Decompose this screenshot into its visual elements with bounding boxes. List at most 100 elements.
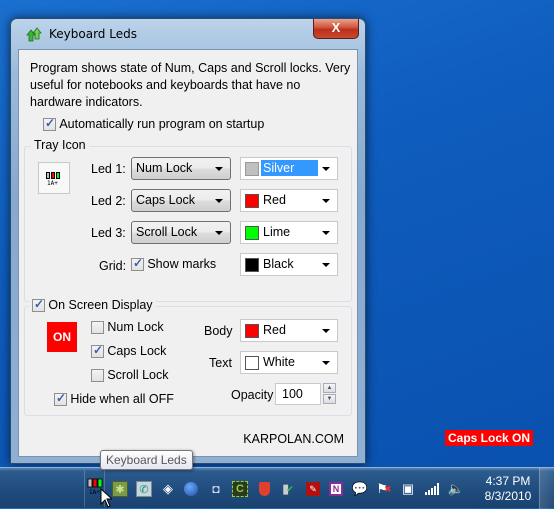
led1-color-swatch (245, 162, 259, 176)
globe-icon[interactable] (183, 481, 199, 497)
text-color-select[interactable]: White (240, 351, 338, 374)
onenote-icon[interactable]: N (328, 481, 344, 497)
led1-lock-select[interactable]: Num Lock (131, 157, 231, 180)
opacity-up-button[interactable]: ▲ (323, 383, 336, 393)
svg-text:1A+: 1A+ (89, 489, 100, 496)
clock[interactable]: 4:37 PM 8/3/2010 (480, 474, 536, 504)
show-marks-option[interactable]: Show marks (131, 256, 217, 272)
chevron-down-icon (322, 361, 330, 365)
led2-lock-value: Caps Lock (136, 193, 196, 207)
chevron-down-icon (215, 167, 223, 171)
led1-color-select[interactable]: Silver (240, 157, 338, 180)
osd-scroll-lock-label: Scroll Lock (107, 368, 169, 382)
c-app-icon[interactable]: C (232, 481, 248, 497)
led2-color-value: Red (263, 193, 286, 207)
show-desktop-button[interactable] (539, 468, 554, 509)
chevron-down-icon (322, 199, 330, 203)
chat-icon[interactable]: 💬 (352, 481, 368, 497)
led2-lock-select[interactable]: Caps Lock (131, 189, 231, 212)
led3-color-select[interactable]: Lime (240, 221, 338, 244)
signal-icon[interactable] (424, 481, 440, 497)
usb-icon[interactable]: ▮ ✔ (280, 481, 296, 497)
led2-color-swatch (245, 194, 259, 208)
preview-marks: 1A+ (47, 180, 58, 187)
text-color-label: Text (209, 356, 232, 370)
osd-num-lock-option[interactable]: Num Lock (91, 320, 164, 335)
chevron-down-icon (322, 329, 330, 333)
osd-preview: ON (47, 322, 77, 352)
show-marks-label: Show marks (147, 257, 217, 271)
volume-icon[interactable]: 🔈 (448, 481, 464, 497)
acrobat-icon[interactable]: ✎ (305, 481, 321, 497)
chevron-down-icon (215, 199, 223, 203)
osd-scroll-lock-option[interactable]: Scroll Lock (91, 368, 169, 383)
body-color-swatch (245, 324, 259, 338)
phone-icon[interactable]: ✆ (136, 481, 152, 497)
osd-scroll-lock-checkbox[interactable] (91, 369, 104, 383)
led1-color-value: Silver (261, 160, 318, 176)
osd-caps-lock-label: Caps Lock (107, 344, 167, 358)
chevron-up-icon: ▲ (326, 385, 333, 391)
shield-icon[interactable] (256, 481, 272, 497)
autorun-checkbox[interactable] (43, 116, 56, 132)
osd-caps-lock-checkbox[interactable] (91, 343, 104, 359)
led1-label: Led 1: (91, 162, 126, 176)
window-title: Keyboard Leds (49, 27, 137, 41)
power-icon[interactable]: ▣ (400, 481, 416, 497)
led3-preview (56, 172, 60, 179)
led2-label: Led 2: (91, 194, 126, 208)
autorun-label: Automatically run program on startup (59, 117, 265, 131)
grid-color-swatch (245, 258, 259, 272)
hide-all-off-checkbox[interactable] (54, 391, 67, 407)
chevron-down-icon (322, 167, 330, 171)
opacity-down-button[interactable]: ▼ (323, 394, 336, 404)
led1-lock-value: Num Lock (136, 161, 193, 175)
show-marks-checkbox[interactable] (131, 256, 144, 272)
close-button[interactable]: X (313, 19, 359, 39)
led3-color-value: Lime (263, 225, 291, 239)
description-text: Program shows state of Num, Caps and Scr… (30, 61, 351, 109)
osd-enable-checkbox[interactable] (32, 297, 45, 313)
keyboard-leds-window: Keyboard Leds X Program shows state of N… (10, 18, 366, 464)
led3-color-swatch (245, 226, 259, 240)
body-color-label: Body (204, 324, 233, 338)
title-bar[interactable]: Keyboard Leds X (11, 19, 365, 49)
client-area: Program shows state of Num, Caps and Scr… (18, 49, 358, 457)
camera-icon[interactable]: ◘ (208, 481, 224, 497)
tray-icon-group-title: Tray Icon (31, 138, 89, 152)
osd-num-lock-checkbox[interactable] (91, 321, 104, 335)
paint-icon[interactable]: ◈ (160, 481, 176, 497)
osd-enable-option[interactable]: On Screen Display (29, 297, 156, 313)
opacity-input[interactable]: 100 (275, 383, 321, 405)
caps-lock-osd-popup: Caps Lock ON (445, 430, 534, 446)
body-color-select[interactable]: Red (240, 319, 338, 342)
hide-all-off-label: Hide when all OFF (70, 392, 174, 406)
chevron-down-icon: ▼ (326, 396, 333, 402)
led3-lock-value: Scroll Lock (136, 225, 198, 239)
close-icon: X (331, 20, 341, 35)
hide-all-off-option[interactable]: Hide when all OFF (54, 391, 174, 407)
autorun-option[interactable]: Automatically run program on startup (43, 116, 265, 132)
grid-color-select[interactable]: Black (240, 253, 338, 276)
clock-time: 4:37 PM (485, 474, 531, 488)
osd-group-title: On Screen Display (48, 298, 153, 312)
text-color-swatch (245, 356, 259, 370)
tray-tooltip: Keyboard Leds (100, 450, 193, 470)
text-color-value: White (263, 355, 295, 369)
app-icon (26, 27, 42, 42)
grid-color-value: Black (263, 257, 294, 271)
mouse-cursor-icon (100, 488, 112, 508)
led3-lock-select[interactable]: Scroll Lock (131, 221, 231, 244)
osd-caps-lock-option[interactable]: Caps Lock (91, 343, 167, 359)
led2-color-select[interactable]: Red (240, 189, 338, 212)
body-color-value: Red (263, 323, 286, 337)
led1-preview (46, 172, 50, 179)
karpolan-link[interactable]: KARPOLAN.COM (243, 432, 344, 446)
grid-label: Grid: (99, 259, 127, 273)
led3-label: Led 3: (91, 226, 126, 240)
puzzle-icon[interactable]: ✱ (112, 481, 128, 497)
clock-date: 8/3/2010 (484, 489, 532, 503)
opacity-label: Opacity (231, 388, 274, 402)
tray-icon-preview: 1A+ (38, 162, 70, 194)
action-center-icon[interactable]: ⚑ ✖ (376, 481, 392, 497)
